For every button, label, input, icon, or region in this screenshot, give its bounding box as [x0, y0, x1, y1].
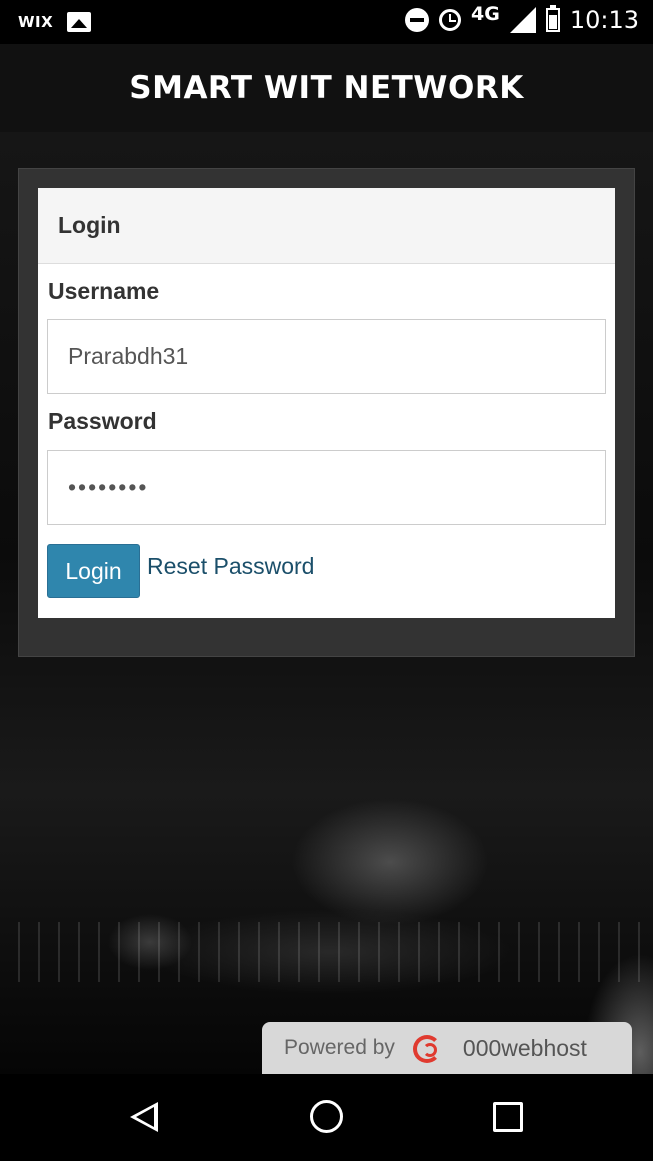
password-label: Password [48, 408, 157, 434]
do-not-disturb-icon [405, 8, 429, 32]
recent-apps-icon[interactable] [493, 1102, 523, 1132]
wix-label: WIX [18, 13, 54, 31]
username-input[interactable] [47, 319, 606, 394]
image-icon [67, 12, 92, 32]
card-header: Login [38, 188, 615, 264]
battery-icon [545, 5, 560, 32]
card-title: Login [58, 212, 121, 238]
city-lights [0, 922, 653, 982]
login-button[interactable]: Login [47, 544, 140, 598]
network-type: 4G [471, 3, 500, 25]
signal-icon [509, 7, 536, 33]
home-icon[interactable] [310, 1100, 343, 1133]
back-icon[interactable] [130, 1102, 158, 1132]
status-left: WIX [18, 12, 92, 32]
clock: 10:13 [569, 6, 639, 34]
reset-password-link[interactable]: Reset Password [147, 553, 314, 580]
password-input[interactable]: •••••••• [47, 450, 606, 525]
webhost-logo-icon [409, 1031, 449, 1065]
alarm-icon [439, 9, 461, 31]
powered-by-badge[interactable]: Powered by 000webhost [262, 1022, 632, 1074]
webhost-brand: 000webhost [462, 1034, 587, 1061]
login-card: Login Username Password •••••••• Login R… [38, 188, 615, 618]
status-right: 4G 10:13 [405, 3, 639, 34]
status-bar: WIX 4G 10:13 [0, 0, 653, 44]
username-label: Username [48, 278, 160, 304]
app-bar: SMART WIT NETWORK [0, 44, 653, 132]
app-title: SMART WIT NETWORK [129, 70, 524, 106]
powered-by-text: Powered by [284, 1036, 395, 1059]
navigation-bar [0, 1074, 653, 1161]
